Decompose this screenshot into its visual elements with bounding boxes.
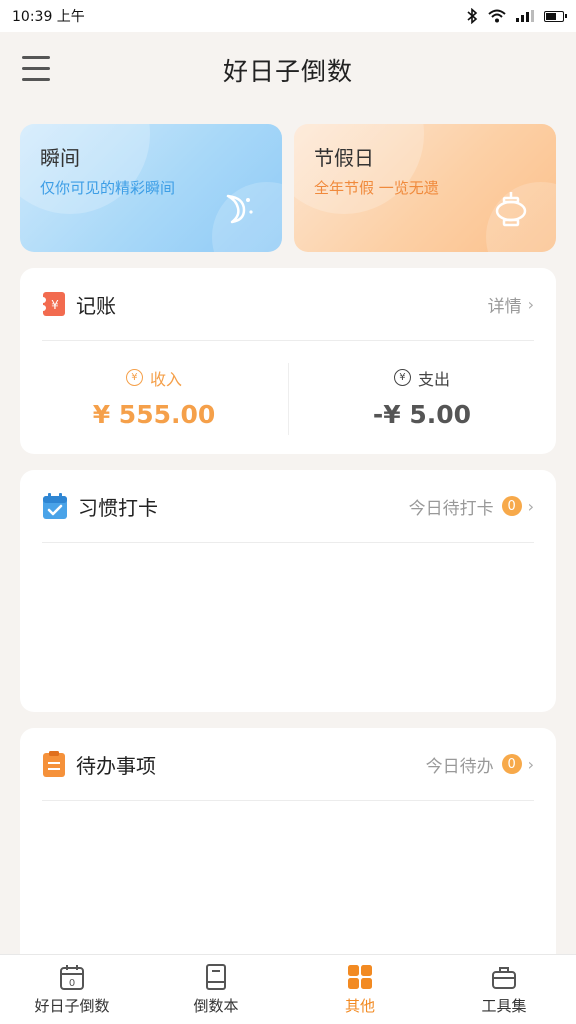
accounting-title: 记账 [76,293,116,318]
yuan-icon: ¥ [125,369,143,386]
todos-header: 待办事项 今日待办 0 › [20,728,556,800]
calendar-check-icon [43,493,67,519]
expense-section[interactable]: ¥ 支出 -¥ 5.00 [288,341,556,453]
holidays-card[interactable]: 节假日 全年节假 一览无遗 [294,124,556,252]
nav-item-other[interactable]: 其他 [288,955,432,1024]
accounting-card: ¥ 记账 详情 › ¥ 收入 ¥ 555.00 ¥ 支出 -¥ 5.00 [20,268,556,454]
income-label: 收入 [149,369,182,389]
todos-title: 待办事项 [76,753,156,778]
moments-title: 瞬间 [40,146,80,170]
status-time: 10:39 上午 [12,9,85,25]
habits-count-badge: 0 [501,496,522,516]
status-icons [466,8,567,24]
nav-item-countdown[interactable]: 0 好日子倒数 [0,955,144,1024]
todos-card: 待办事项 今日待办 0 › [20,728,556,968]
nav-label: 倒数本 [193,997,239,1015]
habits-card: 习惯打卡 今日待打卡 0 › [20,470,556,712]
wifi-icon [488,9,506,23]
chevron-right-icon: › [527,496,534,516]
todos-count-badge: 0 [501,754,522,774]
clipboard-icon [43,751,65,777]
menu-icon[interactable] [22,56,50,82]
moments-card[interactable]: 瞬间 仅你可见的精彩瞬间 [20,124,282,252]
expense-value: -¥ 5.00 [372,399,472,429]
holidays-title: 节假日 [314,146,374,170]
ticket-icon: ¥ [42,292,65,316]
nav-label: 其他 [344,997,375,1015]
signal-icon [516,10,534,22]
nav-label: 工具集 [481,997,527,1015]
yuan-icon: ¥ [393,369,411,386]
grid-icon [348,965,372,989]
habits-today-link[interactable]: 今日待打卡 0 › [409,494,534,519]
chevron-right-icon: › [527,754,534,774]
chevron-right-icon: › [527,294,534,314]
divider [42,800,534,801]
nav-item-countdown-book[interactable]: 倒数本 [144,955,288,1024]
habits-today-label: 今日待打卡 [408,498,494,519]
nav-item-tools[interactable]: 工具集 [432,955,576,1024]
accounting-details-link[interactable]: 详情 › [488,292,534,317]
toolbox-icon [492,967,516,989]
lantern-icon [495,192,527,227]
details-label: 详情 [487,296,522,317]
moon-icon [226,194,253,224]
page-title: 好日子倒数 [222,57,353,86]
bluetooth-icon [467,8,478,24]
income-section[interactable]: ¥ 收入 ¥ 555.00 [20,341,288,453]
svg-text:0: 0 [69,978,75,989]
income-value: ¥ 555.00 [92,399,216,429]
nav-label: 好日子倒数 [34,997,110,1015]
todos-today-label: 今日待办 [425,756,494,777]
accounting-header: ¥ 记账 详情 › [20,268,556,340]
book-icon [206,964,226,990]
todos-today-link[interactable]: 今日待办 0 › [426,752,534,777]
bottom-nav: 0 好日子倒数 倒数本 其他 工具集 [0,954,576,1024]
habits-header: 习惯打卡 今日待打卡 0 › [20,470,556,542]
habits-title: 习惯打卡 [78,495,158,520]
expense-label: 支出 [417,369,450,389]
app-bar: 好日子倒数 [0,32,576,108]
status-bar: 10:39 上午 [0,0,576,32]
battery-icon [544,10,567,22]
svg-text:¥: ¥ [51,298,59,312]
calendar-icon: 0 [60,965,84,990]
divider [42,542,534,543]
